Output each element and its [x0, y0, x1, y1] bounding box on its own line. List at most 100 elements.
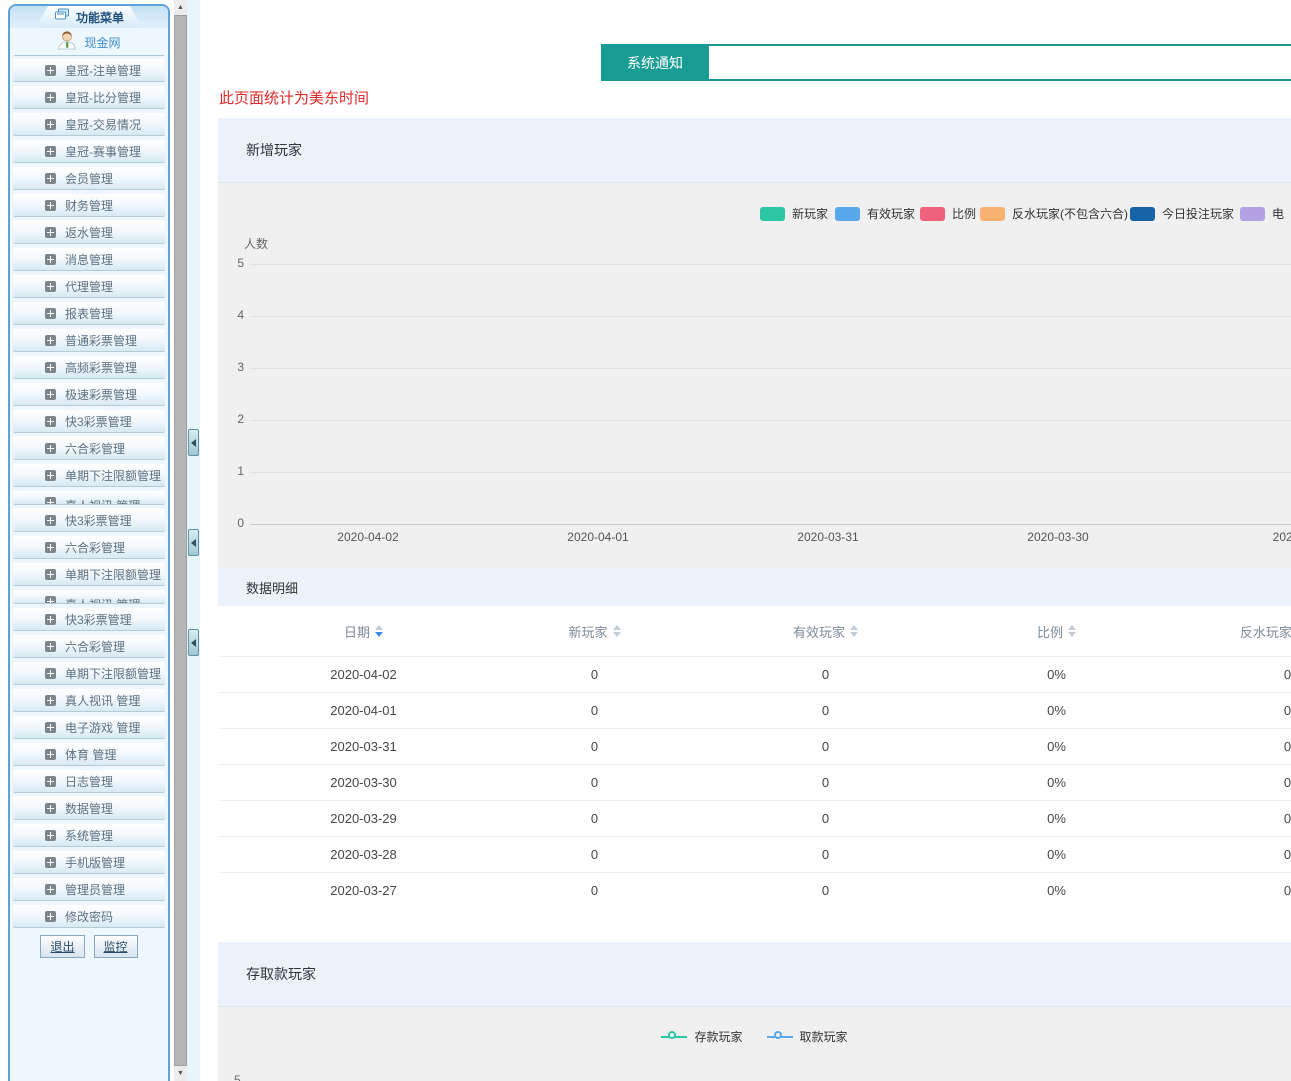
table-row: 2020-04-02000%0	[218, 656, 1291, 692]
expand-plus-icon	[45, 92, 56, 103]
line-marker-icon	[661, 1031, 687, 1043]
sort-icon[interactable]	[850, 625, 858, 637]
sidebar-item[interactable]: 皇冠-比分管理	[13, 86, 165, 109]
collapse-sidebar-button[interactable]	[188, 629, 199, 656]
legend-item[interactable]: 新玩家	[760, 205, 828, 222]
sidebar-item[interactable]: 快3彩票管理	[13, 608, 165, 631]
sidebar-item[interactable]: 日志管理	[13, 770, 165, 793]
sidebar-item-label: 日志管理	[65, 773, 113, 790]
sidebar-item[interactable]: 真人视讯 管理	[13, 590, 165, 604]
y-tick-label: 3	[218, 360, 244, 374]
sidebar-item-label: 系统管理	[65, 827, 113, 844]
column-header[interactable]: 有效玩家	[710, 622, 941, 641]
y-tick-label: 5	[218, 256, 244, 270]
sidebar-user[interactable]: 现金网	[14, 30, 164, 56]
expand-plus-icon	[45, 335, 56, 346]
sidebar-item[interactable]: 普通彩票管理	[13, 329, 165, 352]
menu-window-icon	[54, 8, 70, 26]
expand-plus-icon	[45, 911, 56, 922]
scroll-up-icon[interactable]: ▲	[174, 0, 187, 15]
sidebar-header-tab[interactable]: 功能菜单	[36, 6, 142, 28]
column-header[interactable]: 新玩家	[479, 622, 710, 641]
legend-item[interactable]: 今日投注玩家	[1130, 205, 1234, 222]
logout-button[interactable]: 退出	[40, 935, 84, 958]
sidebar-item[interactable]: 管理员管理	[13, 878, 165, 901]
legend-item[interactable]: 有效玩家	[835, 205, 915, 222]
sidebar-item[interactable]: 报表管理	[13, 302, 165, 325]
gridline	[250, 264, 1291, 265]
expand-plus-icon	[45, 542, 56, 553]
sidebar-item[interactable]: 极速彩票管理	[13, 383, 165, 406]
sidebar-menu: 皇冠-注单管理皇冠-比分管理皇冠-交易情况皇冠-赛事管理会员管理财务管理返水管理…	[10, 56, 168, 928]
sidebar-item[interactable]: 快3彩票管理	[13, 509, 165, 532]
legend-item[interactable]: 存款玩家	[661, 1028, 742, 1045]
expand-plus-icon	[45, 722, 56, 733]
table-row: 2020-03-27000%0	[218, 872, 1291, 908]
sidebar-item[interactable]: 快3彩票管理	[13, 410, 165, 433]
sidebar-item-label: 六合彩管理	[65, 539, 125, 556]
legend-item[interactable]: 反水玩家(不包含六合)	[980, 205, 1128, 222]
legend-label: 取款玩家	[800, 1028, 848, 1045]
sidebar-item[interactable]: 真人视讯 管理	[13, 689, 165, 712]
tab-system-notice[interactable]: 系统通知	[601, 44, 709, 81]
column-header[interactable]: 日期	[248, 622, 479, 641]
sidebar-item[interactable]: 手机版管理	[13, 851, 165, 874]
sidebar-item-label: 消息管理	[65, 251, 113, 268]
sidebar-item[interactable]: 六合彩管理	[13, 437, 165, 460]
table-cell: 0	[1172, 811, 1291, 826]
sidebar-item-label: 体育 管理	[65, 746, 116, 763]
collapse-sidebar-button[interactable]	[188, 429, 199, 456]
sidebar-item[interactable]: 代理管理	[13, 275, 165, 298]
sidebar-item[interactable]: 返水管理	[13, 221, 165, 244]
expand-plus-icon	[45, 443, 56, 454]
table-cell: 0	[1172, 703, 1291, 718]
sort-icon[interactable]	[375, 625, 383, 637]
column-header-label: 日期	[344, 622, 370, 641]
sidebar-item[interactable]: 单期下注限额管理	[13, 662, 165, 685]
column-header-label: 新玩家	[568, 622, 607, 641]
sidebar-item[interactable]: 消息管理	[13, 248, 165, 271]
sidebar-item[interactable]: 六合彩管理	[13, 536, 165, 559]
legend-item[interactable]: 电	[1240, 205, 1284, 222]
deposit-chart: 存款玩家取款玩家 5	[218, 1007, 1291, 1081]
sort-icon[interactable]	[613, 625, 621, 637]
sidebar-item[interactable]: 系统管理	[13, 824, 165, 847]
sidebar-item[interactable]: 皇冠-注单管理	[13, 59, 165, 82]
sidebar-item[interactable]: 皇冠-赛事管理	[13, 140, 165, 163]
sidebar-item[interactable]: 体育 管理	[13, 743, 165, 766]
expand-plus-icon	[45, 857, 56, 868]
sidebar-item[interactable]: 真人视讯 管理	[13, 491, 165, 505]
table-cell: 0	[710, 667, 941, 682]
column-header[interactable]: 反水玩家(不包	[1172, 622, 1291, 641]
sidebar-item-label: 单期下注限额管理	[65, 566, 161, 583]
user-avatar-icon	[57, 30, 77, 55]
sort-icon[interactable]	[1068, 625, 1076, 637]
legend-item[interactable]: 取款玩家	[767, 1028, 848, 1045]
expand-plus-icon	[45, 695, 56, 706]
legend-swatch	[980, 207, 1005, 221]
sidebar-item[interactable]: 单期下注限额管理	[13, 464, 165, 487]
table-cell: 0	[479, 847, 710, 862]
table-cell: 0	[1172, 667, 1291, 682]
monitor-button[interactable]: 监控	[94, 935, 138, 958]
sidebar-item[interactable]: 修改密码	[13, 905, 165, 928]
sidebar-item[interactable]: 单期下注限额管理	[13, 563, 165, 586]
sidebar-item[interactable]: 财务管理	[13, 194, 165, 217]
table-row: 2020-03-29000%0	[218, 800, 1291, 836]
sidebar-item[interactable]: 皇冠-交易情况	[13, 113, 165, 136]
collapse-sidebar-button[interactable]	[188, 529, 199, 556]
x-tick-label: 2020-04-01	[567, 530, 628, 544]
column-header[interactable]: 比例	[941, 622, 1172, 641]
table-header-row: 日期 新玩家 有效玩家比例反水玩家(不包	[218, 606, 1291, 656]
sidebar-item[interactable]: 六合彩管理	[13, 635, 165, 658]
sidebar-item[interactable]: 数据管理	[13, 797, 165, 820]
legend-item[interactable]: 比例	[920, 205, 976, 222]
scroll-down-icon[interactable]: ▼	[174, 1066, 187, 1081]
sidebar-item-label: 手机版管理	[65, 854, 125, 871]
sidebar-scrollbar[interactable]: ▲ ▼	[174, 0, 187, 1081]
detail-table-title: 数据明细	[218, 568, 1291, 606]
sidebar-item[interactable]: 高频彩票管理	[13, 356, 165, 379]
scrollbar-thumb[interactable]	[174, 15, 187, 1066]
sidebar-item[interactable]: 会员管理	[13, 167, 165, 190]
sidebar-item[interactable]: 电子游戏 管理	[13, 716, 165, 739]
